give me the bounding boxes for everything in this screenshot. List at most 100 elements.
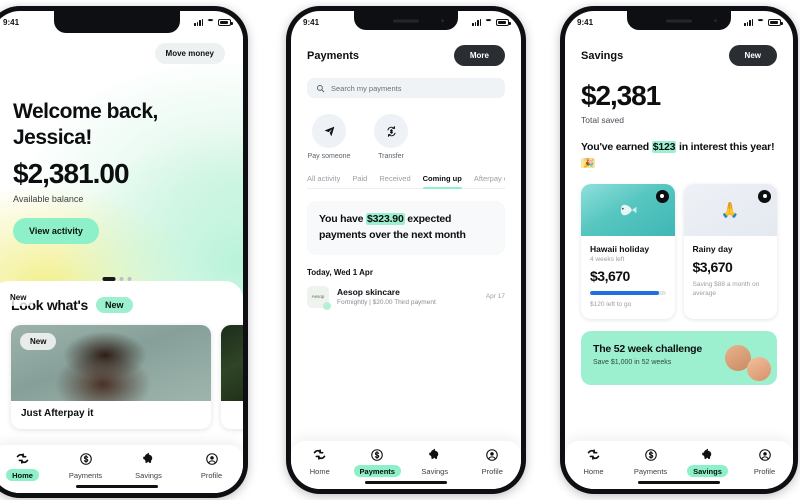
nav-item-home[interactable]: Home [568,447,620,477]
nav-item-savings[interactable]: Savings [682,447,734,477]
status-bar: 9:41 [0,11,243,33]
goal-amount: $3,670 [590,267,630,284]
profile-icon [485,447,499,462]
nav-item-home[interactable]: Home [0,451,49,481]
52-week-challenge-card[interactable]: The 52 week challenge Save $1,000 in 52 … [581,331,777,386]
hero-section: Move money Welcome back, Jessica! $2,381… [0,33,243,295]
home-indicator [76,485,158,488]
nav-label: Home [309,466,330,476]
status-bar: 9:41 [291,11,521,33]
new-badge: New [96,297,133,313]
tab-afterpay-orders[interactable]: Afterpay orders [474,174,505,189]
nav-item-home[interactable]: Home [294,447,346,477]
afterpay-status-dot [323,301,331,310]
transaction-day-label: Today, Wed 1 Apr [307,267,373,277]
piggy-bank-icon [427,447,442,462]
welcome-line-2: Jessica! [13,125,92,149]
nav-item-payments[interactable]: Payments [60,451,112,481]
goal-name: Hawaii holiday [590,243,650,254]
piggy-bank-icon [700,447,715,462]
wifi-icon [756,19,765,26]
lock-icon[interactable] [655,189,669,203]
transfer-circular-arrows-icon [374,114,408,148]
total-saved-label: Total saved [581,115,624,125]
search-input[interactable]: Search my payments [307,78,505,98]
nav-item-savings[interactable]: Savings [409,447,461,477]
quick-action-pay-someone[interactable]: Pay someone [307,114,351,160]
more-button[interactable]: More [453,45,505,66]
page-title: Payments [307,49,359,62]
phone-savings-screen: 9:41 Savings New $2,381 Total saved You'… [560,6,798,494]
payments-header: Payments More [307,33,505,66]
nav-item-payments[interactable]: Payments [625,447,677,477]
payments-content: Payments More Search my payments Pay som… [291,33,521,310]
battery-icon [768,18,783,26]
savings-header: Savings New [581,33,777,66]
interest-prefix: You've earned [581,141,652,153]
tab-all-activity[interactable]: All activity [307,174,340,189]
signal-bars-icon [472,18,481,26]
celebration-emoji: 🎉 [581,158,596,169]
nav-item-profile[interactable]: Profile [186,451,238,481]
status-time: 9:41 [303,17,320,27]
interest-amount: $123 [651,141,677,153]
piggy-bank-icon [141,451,156,466]
news-card-caption [221,401,243,429]
tropical-fish-photo [581,183,675,236]
quick-action-transfer[interactable]: Transfer [369,114,413,160]
phone-home-screen: 9:41 Move money Welcome back, Jessica! $… [0,6,248,498]
phone2-body: Payments More Search my payments Pay som… [291,33,521,489]
news-card-carousel[interactable]: New Just Afterpay it New [0,289,243,429]
nav-label: Savings [135,470,162,480]
wifi-icon [484,19,493,26]
tab-paid[interactable]: Paid [352,174,367,189]
savings-goal-card[interactable]: Hawaii holiday 4 weeks left $3,670 $120 … [581,183,675,320]
home-swirl-icon [15,451,30,466]
merchant-logo-text: Aesop [311,294,325,299]
home-swirl-icon [312,447,327,462]
savings-goals: Hawaii holiday 4 weeks left $3,670 $120 … [581,183,777,320]
total-saved-amount: $2,381 [581,80,661,111]
phone3-screen: 9:41 Savings New $2,381 Total saved You'… [565,11,793,489]
savings-goal-card[interactable]: 🙏 Rainy day $3,670 Saving $88 a month on… [683,183,777,320]
quick-action-label: Transfer [378,153,404,160]
payments-tabs[interactable]: All activity Paid Received Coming up Aft… [307,174,505,189]
goal-footer: $120 left to go [590,300,632,308]
phone2-screen: 9:41 Payments More Search my payments Pa… [291,11,521,489]
new-goal-button[interactable]: New [728,45,777,66]
goal-meta: 4 weeks left [590,255,625,263]
home-indicator [638,481,720,484]
signal-bars-icon [744,18,753,26]
status-time: 9:41 [3,17,20,27]
move-money-button[interactable]: Move money [154,43,225,64]
news-card[interactable]: New Just Afterpay it [11,325,211,429]
nav-item-profile[interactable]: Profile [466,447,518,477]
goal-footer: Saving $88 a month on average [692,280,760,298]
summary-prefix: You have [319,213,367,225]
quick-actions: Pay someone Transfer [307,114,505,160]
nav-item-savings[interactable]: Savings [123,451,175,481]
phone1-screen: 9:41 Move money Welcome back, Jessica! $… [0,11,243,493]
page-title: Savings [581,49,624,62]
nav-label: Profile [753,466,776,476]
phone-payments-screen: 9:41 Payments More Search my payments Pa… [286,6,526,494]
screenshot-stage: 9:41 Move money Welcome back, Jessica! $… [0,0,800,500]
table-row[interactable]: Aesop Aesop skincare Fortnightly | $20.0… [307,285,505,310]
paper-plane-icon [312,114,346,148]
dollar-circle-icon [644,447,658,462]
tab-coming-up[interactable]: Coming up [422,174,462,189]
nav-item-payments[interactable]: Payments [351,447,403,477]
goal-name: Rainy day [692,243,733,254]
lock-icon[interactable] [758,189,771,203]
expected-payments-summary: You have $323.90 expected payments over … [307,201,505,255]
view-activity-button[interactable]: View activity [13,218,99,245]
signal-bars-icon [194,18,203,26]
look-whats-new-header: Look what's New [11,297,243,313]
tab-received[interactable]: Received [379,174,410,189]
nav-label: Payments [353,465,401,477]
search-icon [317,84,325,92]
nav-item-profile[interactable]: Profile [739,447,791,477]
nav-label: Home [583,466,604,476]
news-card-photo: New [11,325,211,401]
news-card[interactable]: New [0,289,243,429]
